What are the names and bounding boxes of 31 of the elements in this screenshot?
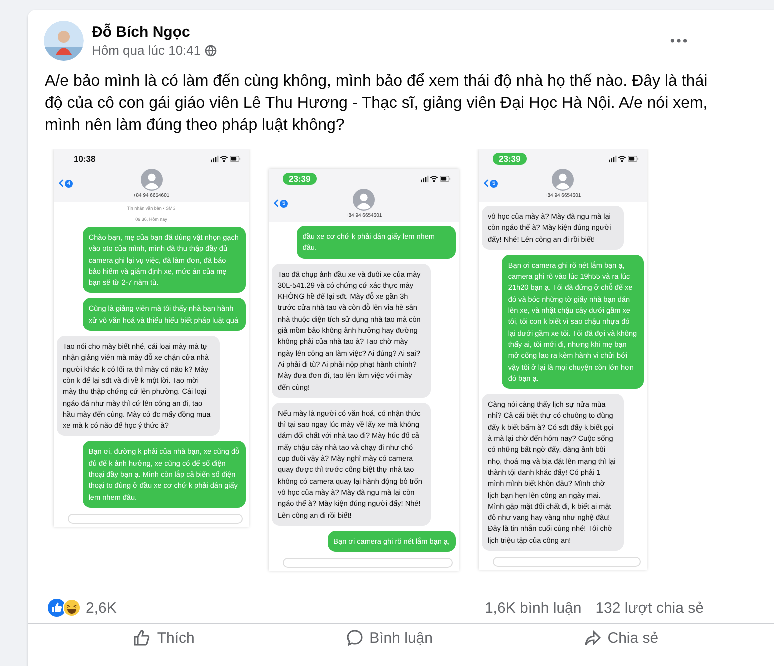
status-time: 23:39 bbox=[283, 173, 317, 185]
globe-icon bbox=[205, 44, 218, 56]
share-button[interactable]: Chia sẻ bbox=[574, 626, 669, 650]
more-icon[interactable] bbox=[670, 38, 688, 44]
comment-count[interactable]: 1,6K bình luận bbox=[484, 600, 582, 616]
message-input-field[interactable] bbox=[283, 558, 453, 568]
status-time: 10:38 bbox=[73, 153, 97, 165]
thumbs-up-icon bbox=[133, 629, 152, 647]
back-icon[interactable] bbox=[59, 179, 64, 188]
comment-button[interactable]: Bình luận bbox=[336, 626, 443, 650]
status-icons-drawing bbox=[421, 175, 451, 183]
contact-avatar-icon[interactable] bbox=[353, 189, 375, 211]
message-input-field[interactable] bbox=[68, 514, 243, 524]
post-text: A/e bảo mình là có làm đến cùng không, mình bảo để xem thái độ nhà họ thế nào. Đây là thái độ của cô con gái giáo viên Lê Thu Hương - Thạc sĩ, giảng viên Đại Học Hà Nội. A/e nói xem, mình nên làm đúng theo pháp luật không? bbox=[45, 72, 709, 136]
status-time: 23:39 bbox=[493, 153, 527, 165]
contact-avatar-icon[interactable] bbox=[140, 169, 162, 191]
back-icon[interactable] bbox=[484, 179, 489, 188]
like-button[interactable]: Thích bbox=[123, 626, 205, 650]
back-icon[interactable] bbox=[274, 199, 279, 208]
status-icons-drawing bbox=[609, 155, 639, 163]
avatar-icon[interactable] bbox=[44, 21, 84, 61]
comment-icon bbox=[346, 629, 364, 647]
contact-avatar-icon[interactable] bbox=[552, 169, 574, 191]
share-count[interactable]: 132 lượt chia sẻ bbox=[596, 600, 704, 616]
status-icons-drawing bbox=[211, 155, 241, 163]
post-time[interactable]: Hôm qua lúc 10:41 bbox=[92, 43, 202, 58]
message-input-field[interactable] bbox=[493, 557, 641, 568]
reaction-count[interactable]: 2,6K bbox=[86, 600, 117, 616]
share-icon bbox=[584, 629, 602, 647]
author-name[interactable]: Đỗ Bích Ngọc bbox=[92, 24, 670, 41]
haha-reaction-icon[interactable] bbox=[63, 599, 81, 617]
